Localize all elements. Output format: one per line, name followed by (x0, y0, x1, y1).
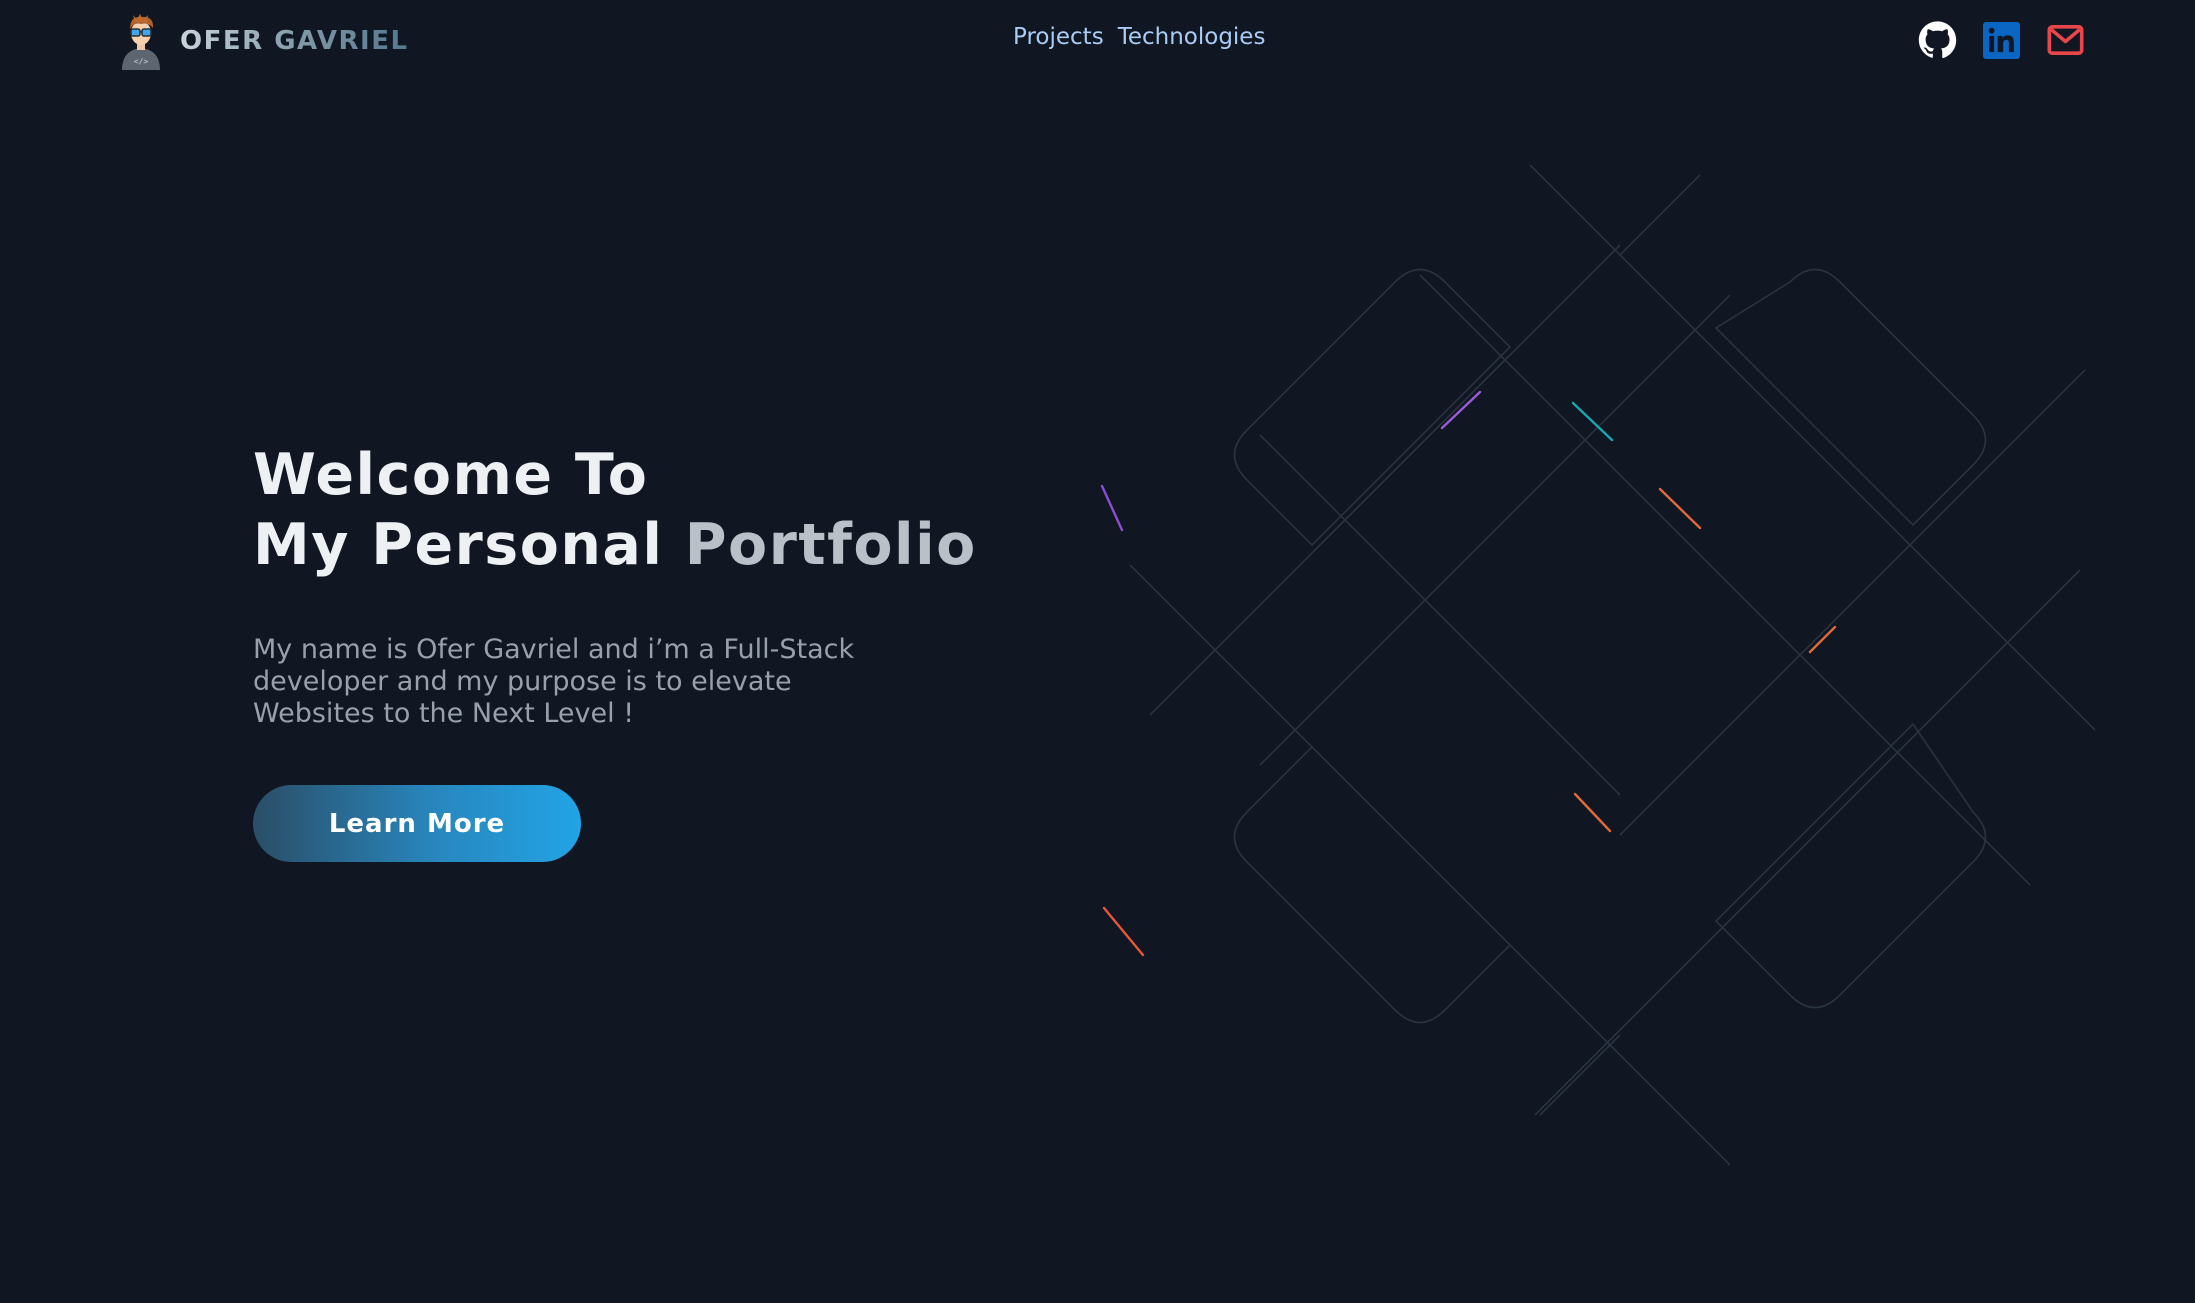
hero-title-line-2-end: Portfolio (684, 512, 977, 578)
mail-link[interactable] (2046, 20, 2085, 60)
hero-title-line-2-start: My Personal (253, 512, 685, 578)
social-links (1918, 20, 2085, 60)
mail-icon (2047, 25, 2084, 55)
learn-more-button[interactable]: Learn More (253, 785, 581, 862)
nav-link-projects[interactable]: Projects (1013, 24, 1104, 50)
github-link[interactable] (1918, 20, 1957, 60)
main-nav: Projects Technologies (1013, 24, 1265, 50)
hero-subtitle: My name is Ofer Gavriel and i’m a Full-S… (253, 634, 855, 729)
nav-link-technologies[interactable]: Technologies (1118, 24, 1266, 50)
site-header: </> OFER GAVRIEL Projects Technologies (0, 0, 2195, 84)
developer-avatar-icon: </> (122, 14, 160, 70)
brand-name: OFER GAVRIEL (180, 26, 409, 56)
hero-title-line-1: Welcome To (253, 442, 649, 508)
hero-title: Welcome To My Personal Portfolio (253, 440, 977, 580)
linkedin-icon (1983, 21, 2020, 59)
linkedin-link[interactable] (1982, 20, 2021, 60)
brand-logo-link[interactable]: </> OFER GAVRIEL (118, 12, 409, 70)
svg-text:</>: </> (134, 57, 149, 66)
hero-title-line-2: My Personal Portfolio (253, 510, 977, 580)
github-icon (1918, 21, 1957, 59)
page: </> OFER GAVRIEL Projects Technologies W… (0, 0, 2195, 1303)
